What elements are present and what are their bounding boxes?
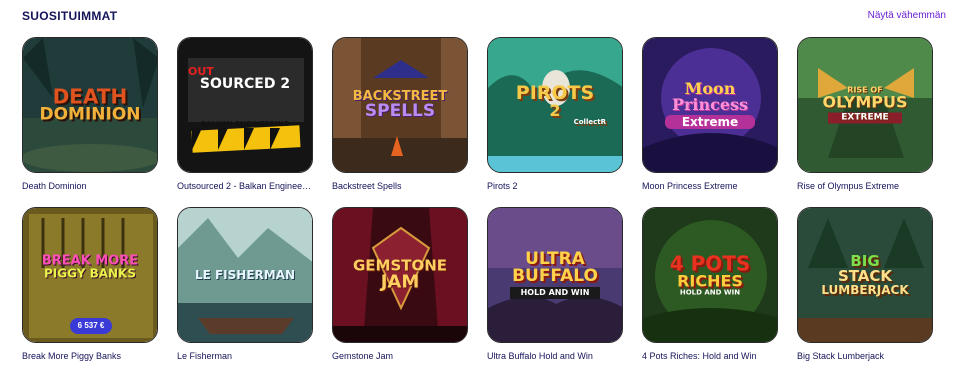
game-card-rise-of-olympus-extreme[interactable]: RISE OF OLYMPUS EXTREME Rise of Olympus …: [797, 37, 933, 191]
game-card-outsourced-2[interactable]: OUT SOURCED 2 BALKAN ENGINEERING Outsour…: [177, 37, 313, 191]
game-title[interactable]: Ultra Buffalo Hold and Win: [487, 351, 623, 361]
logo-line: SPELLS: [364, 101, 436, 121]
game-title[interactable]: Outsourced 2 - Balkan Engineeri...: [177, 181, 313, 191]
game-card-death-dominion[interactable]: DEATH DOMINION Death Dominion: [22, 37, 158, 191]
game-tile[interactable]: ULTRA BUFFALO HOLD AND WIN: [487, 207, 623, 343]
game-card-4-pots-riches[interactable]: 4 POTS RICHES HOLD AND WIN 4 Pots Riches…: [642, 207, 778, 361]
game-title[interactable]: Gemstone Jam: [332, 351, 468, 361]
game-title[interactable]: Break More Piggy Banks: [22, 351, 158, 361]
game-title[interactable]: Big Stack Lumberjack: [797, 351, 933, 361]
game-card-pirots-2[interactable]: PIROTS 2 CollectR Pirots 2: [487, 37, 623, 191]
game-tile[interactable]: 4 POTS RICHES HOLD AND WIN: [642, 207, 778, 343]
game-tile[interactable]: DEATH DOMINION: [22, 37, 158, 173]
logo-line: BALKAN ENGINEERING: [200, 119, 290, 128]
logo-line: JAM: [380, 271, 420, 293]
logo-line: CollectR: [573, 118, 606, 126]
game-tile[interactable]: LE FISHERMAN: [177, 207, 313, 343]
game-card-gemstone-jam[interactable]: GEMSTONE JAM Gemstone Jam: [332, 207, 468, 361]
logo-line: 4 POTS: [669, 251, 751, 276]
logo-line: HOLD AND WIN: [679, 288, 741, 297]
logo-line: DEATH: [52, 84, 128, 109]
game-title[interactable]: Death Dominion: [22, 181, 158, 191]
game-tile[interactable]: BACKSTREET SPELLS: [332, 37, 468, 173]
logo-line: STACK: [837, 267, 893, 285]
logo-line: PIGGY BANKS: [44, 266, 136, 281]
logo-line: OLYMPUS: [822, 92, 908, 112]
game-title[interactable]: Rise of Olympus Extreme: [797, 181, 933, 191]
show-less-link[interactable]: Näytä vähemmän: [868, 10, 946, 21]
jackpot-badge: 6 537 €: [70, 318, 112, 334]
game-card-break-more-piggy-banks[interactable]: BREAK MORE PIGGY BANKS 6 537 € Break Mor…: [22, 207, 158, 361]
game-tile[interactable]: Moon Princess Extreme: [642, 37, 778, 173]
game-card-le-fisherman[interactable]: LE FISHERMAN Le Fisherman: [177, 207, 313, 361]
logo-line: EXTREME: [828, 112, 902, 124]
logo-line: BUFFALO: [512, 266, 598, 286]
logo-line: Extreme: [665, 115, 755, 129]
game-tile[interactable]: RISE OF OLYMPUS EXTREME: [797, 37, 933, 173]
game-card-big-stack-lumberjack[interactable]: BIG STACK LUMBERJACK Big Stack Lumberjac…: [797, 207, 933, 361]
game-card-ultra-buffalo[interactable]: ULTRA BUFFALO HOLD AND WIN Ultra Buffalo…: [487, 207, 623, 361]
logo-line: RICHES: [677, 271, 743, 291]
game-title[interactable]: Backstreet Spells: [332, 181, 468, 191]
logo-line: Princess: [671, 95, 749, 114]
logo-line: LE FISHERMAN: [194, 268, 296, 282]
logo-line: DOMINION: [39, 104, 141, 125]
game-title[interactable]: Moon Princess Extreme: [642, 181, 778, 191]
logo-line: HOLD AND WIN: [510, 287, 600, 299]
logo-line: SOURCED 2: [199, 75, 291, 92]
game-title[interactable]: Le Fisherman: [177, 351, 313, 361]
game-card-moon-princess-extreme[interactable]: Moon Princess Extreme Moon Princess Extr…: [642, 37, 778, 191]
logo-line: LUMBERJACK: [821, 283, 909, 297]
game-tile[interactable]: PIROTS 2 CollectR: [487, 37, 623, 173]
game-tile[interactable]: GEMSTONE JAM: [332, 207, 468, 343]
logo-line: 2: [549, 101, 561, 120]
game-tile[interactable]: BIG STACK LUMBERJACK: [797, 207, 933, 343]
game-title[interactable]: Pirots 2: [487, 181, 623, 191]
section-header: SUOSITUIMMAT Näytä vähemmän: [22, 8, 946, 24]
section-title: SUOSITUIMMAT: [22, 9, 118, 23]
game-card-backstreet-spells[interactable]: BACKSTREET SPELLS Backstreet Spells: [332, 37, 468, 191]
game-tile[interactable]: OUT SOURCED 2 BALKAN ENGINEERING: [177, 37, 313, 173]
game-title[interactable]: 4 Pots Riches: Hold and Win: [642, 351, 778, 361]
game-tile[interactable]: BREAK MORE PIGGY BANKS 6 537 €: [22, 207, 158, 343]
